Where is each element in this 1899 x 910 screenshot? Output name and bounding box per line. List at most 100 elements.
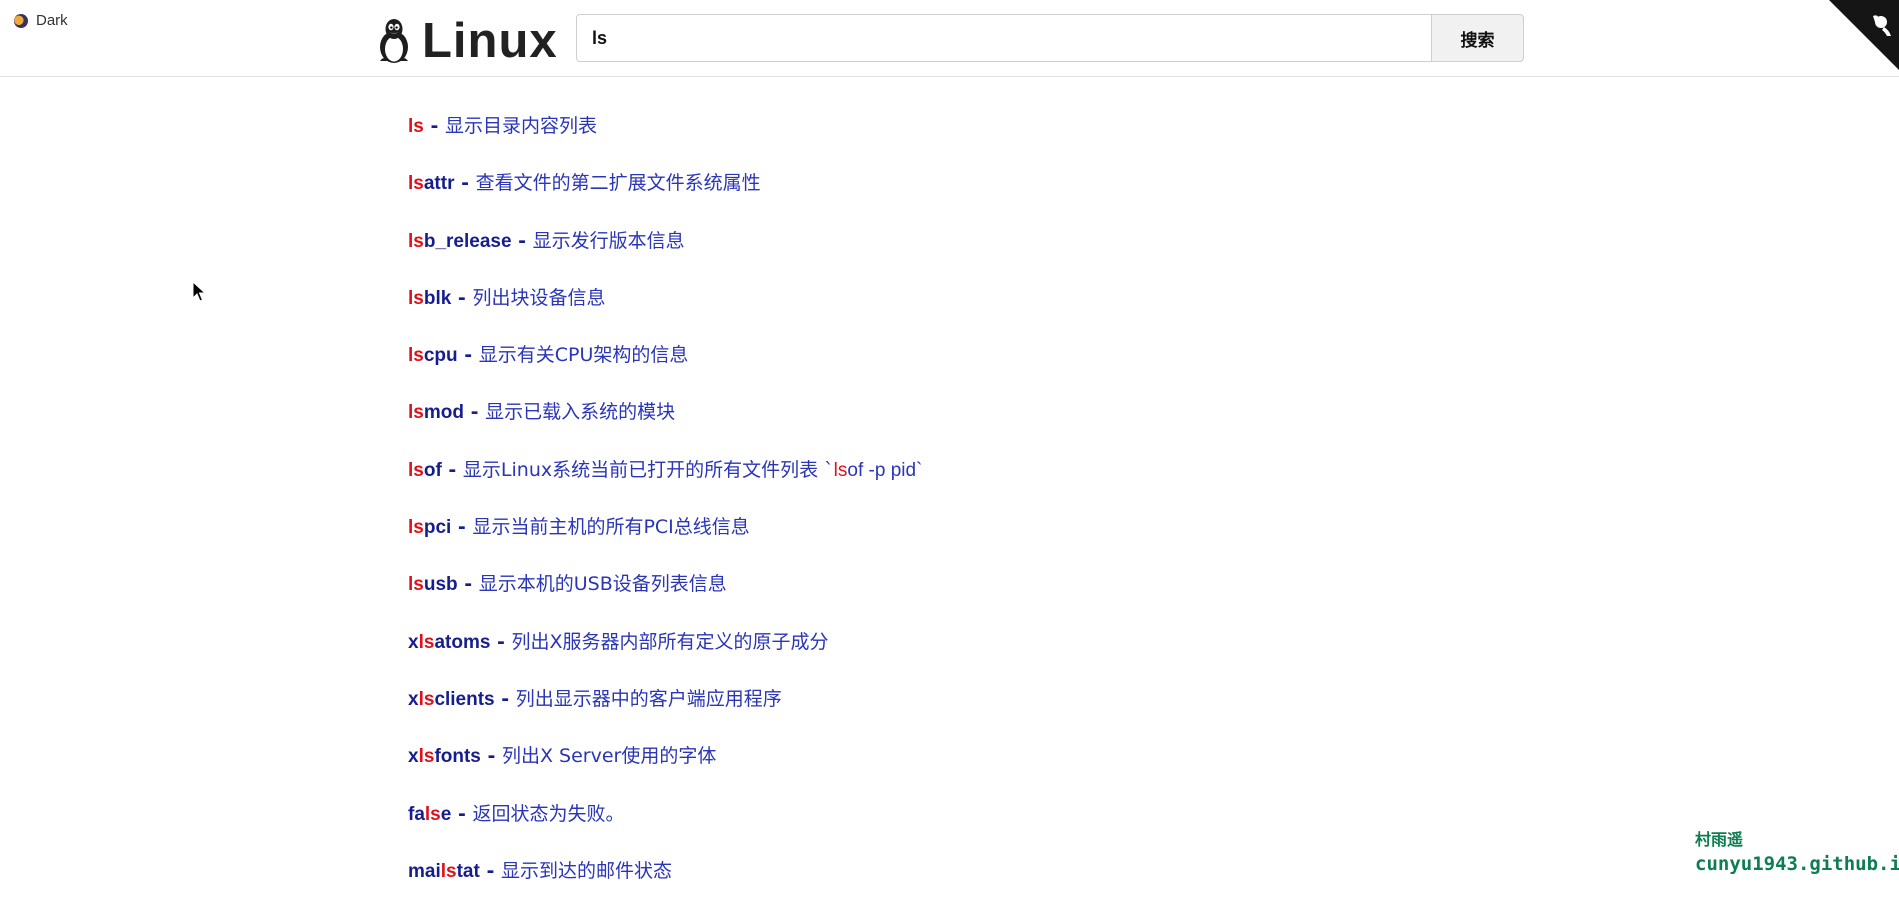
command-prefix: x: [408, 688, 419, 710]
command-description: 显示目录内容列表: [444, 115, 597, 137]
separator: -: [479, 859, 501, 882]
site-logo[interactable]: Linux: [374, 13, 558, 69]
command-prefix: mai: [408, 860, 441, 882]
command-name: mailstat: [408, 861, 480, 882]
list-item: xlsatoms - 列出X服务器内部所有定义的原子成分: [408, 624, 922, 681]
top-bar: Dark Linux 搜索: [0, 0, 1899, 77]
command-prefix: fa: [408, 803, 425, 825]
command-name: lspci: [408, 517, 451, 538]
result-link[interactable]: lspci - 显示当前主机的所有PCI总线信息: [408, 516, 750, 539]
command-suffix: usb: [423, 574, 458, 596]
command-name: xlsclients: [408, 689, 495, 710]
search-button[interactable]: 搜索: [1431, 14, 1524, 62]
command-suffix: mod: [423, 402, 464, 424]
list-item: lsblk - 列出块设备信息: [408, 280, 922, 337]
search-results-list: ls - 显示目录内容列表 lsattr - 查看文件的第二扩展文件系统属性 lsb…: [408, 108, 922, 910]
separator: -: [457, 573, 479, 596]
description-suffix: of -p pid`: [847, 459, 923, 481]
query-highlight: ls: [418, 688, 435, 710]
command-suffix: fonts: [434, 746, 481, 768]
result-link[interactable]: ls - 显示目录内容列表: [408, 115, 597, 137]
query-highlight: ls: [424, 803, 441, 825]
command-name: lsmod: [408, 402, 464, 423]
command-description: 显示到达的邮件状态: [500, 859, 672, 882]
command-prefix: x: [408, 746, 419, 768]
query-highlight: ls: [408, 230, 424, 252]
command-description: 列出显示器中的客户端应用程序: [515, 687, 782, 710]
separator: -: [451, 802, 473, 825]
command-suffix: blk: [423, 287, 452, 309]
command-name: lsattr: [408, 173, 454, 194]
command-name: false: [408, 804, 451, 825]
dark-mode-label: Dark: [36, 12, 68, 29]
mouse-cursor-icon: [192, 281, 206, 302]
dark-mode-toggle[interactable]: Dark: [14, 12, 68, 29]
list-item: xlsclients - 列出显示器中的客户端应用程序: [408, 681, 922, 738]
list-item: lsof - 显示Linux系统当前已打开的所有文件列表 `lsof -p pi…: [408, 452, 922, 509]
query-highlight: ls: [418, 631, 435, 653]
result-link[interactable]: lscpu - 显示有关CPU架构的信息: [408, 344, 689, 367]
command-suffix: atoms: [434, 631, 491, 653]
search-form: 搜索: [576, 14, 1524, 62]
list-item: xlsfonts - 列出X Server使用的字体: [408, 738, 922, 795]
list-item: mailstat - 显示到达的邮件状态: [408, 853, 922, 910]
logo-text: Linux: [422, 14, 558, 68]
list-item: lscpu - 显示有关CPU架构的信息: [408, 337, 922, 394]
command-name: lsof: [408, 460, 442, 481]
command-description: 显示Linux系统当前已打开的所有文件列表 `: [462, 458, 834, 481]
list-item: lspci - 显示当前主机的所有PCI总线信息: [408, 509, 922, 566]
separator: -: [494, 687, 516, 710]
query-highlight: ls: [408, 287, 424, 309]
list-item: lsusb - 显示本机的USB设备列表信息: [408, 566, 922, 623]
query-highlight: ls: [408, 173, 424, 195]
search-input[interactable]: [576, 14, 1432, 62]
query-highlight: ls: [440, 860, 457, 882]
query-highlight: ls: [408, 402, 424, 424]
separator: -: [511, 229, 533, 252]
result-link[interactable]: false - 返回状态为失败。: [408, 802, 625, 825]
command-description: 列出X Server使用的字体: [502, 745, 717, 768]
result-link[interactable]: lsusb - 显示本机的USB设备列表信息: [408, 573, 727, 596]
result-link[interactable]: lsattr - 查看文件的第二扩展文件系统属性: [408, 172, 761, 195]
query-highlight: ls: [408, 517, 424, 539]
tux-penguin-icon: [380, 19, 408, 63]
command-name: lsblk: [408, 288, 451, 309]
list-item: ls - 显示目录内容列表: [408, 108, 922, 165]
watermark-url: cunyu1943.github.io: [1695, 853, 1899, 875]
command-name: lsusb: [408, 574, 458, 595]
result-link[interactable]: xlsclients - 列出显示器中的客户端应用程序: [408, 687, 782, 710]
query-highlight: ls: [408, 116, 424, 137]
command-suffix: b_release: [423, 230, 512, 252]
separator: -: [451, 516, 473, 539]
result-link[interactable]: lsblk - 列出块设备信息: [408, 286, 606, 309]
command-suffix: clients: [434, 688, 495, 710]
result-link[interactable]: lsmod - 显示已载入系统的模块: [408, 401, 676, 424]
result-link[interactable]: mailstat - 显示到达的邮件状态: [408, 859, 672, 882]
command-suffix: tat: [456, 860, 480, 882]
github-corner[interactable]: [1829, 0, 1899, 70]
command-description: 显示有关CPU架构的信息: [478, 344, 689, 367]
command-description: 列出块设备信息: [472, 286, 606, 309]
list-item: lsb_release - 显示发行版本信息: [408, 223, 922, 280]
command-description: 返回状态为失败。: [472, 802, 625, 825]
watermark-author: 村雨遥: [1695, 830, 1744, 849]
query-highlight: ls: [408, 345, 424, 367]
separator: -: [441, 458, 463, 481]
list-item: lsattr - 查看文件的第二扩展文件系统属性: [408, 165, 922, 222]
result-link[interactable]: lsb_release - 显示发行版本信息: [408, 229, 685, 252]
result-link[interactable]: xlsfonts - 列出X Server使用的字体: [408, 745, 717, 768]
separator: -: [457, 344, 479, 367]
separator: -: [463, 401, 486, 424]
result-link[interactable]: xlsatoms - 列出X服务器内部所有定义的原子成分: [408, 630, 829, 653]
separator: -: [490, 630, 512, 653]
command-name: lscpu: [408, 345, 458, 366]
separator: -: [454, 172, 476, 195]
result-link[interactable]: lsof - 显示Linux系统当前已打开的所有文件列表 `lsof -p pi…: [408, 458, 923, 481]
command-description: 显示已载入系统的模块: [485, 401, 676, 424]
command-description: 显示本机的USB设备列表信息: [478, 573, 727, 596]
command-suffix: attr: [423, 173, 455, 195]
separator: -: [423, 115, 445, 137]
list-item: lsmod - 显示已载入系统的模块: [408, 394, 922, 451]
command-name: lsb_release: [408, 231, 512, 252]
command-name: ls: [408, 116, 424, 137]
